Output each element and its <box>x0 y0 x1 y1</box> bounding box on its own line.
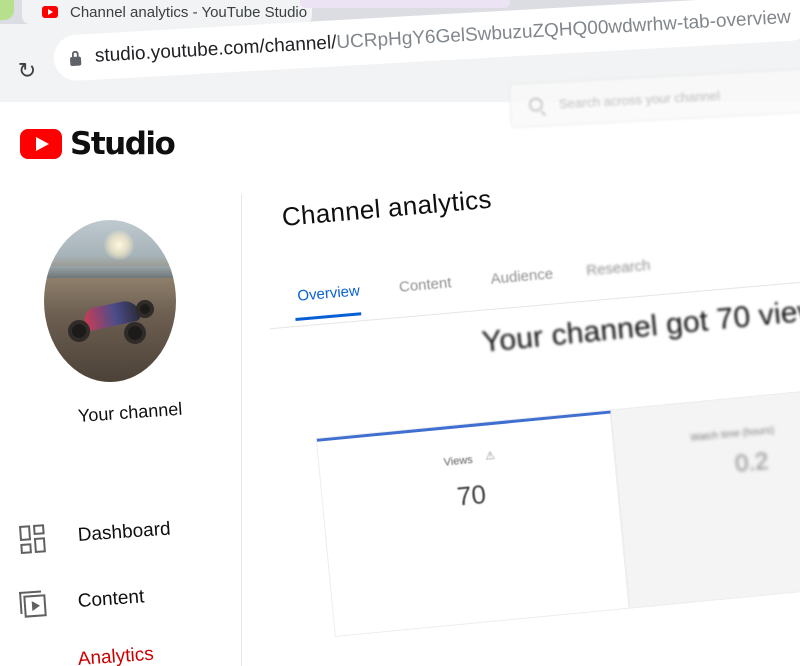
sidebar-item-content[interactable]: Content <box>19 571 241 626</box>
previous-tab-edge[interactable] <box>0 0 14 20</box>
tab-audience[interactable]: Audience <box>490 265 554 287</box>
youtube-favicon-icon <box>42 6 58 18</box>
next-tab-edge[interactable] <box>300 0 510 8</box>
reload-icon[interactable]: ↻ <box>16 60 38 82</box>
metric-label: Watch time (hours) <box>689 424 775 444</box>
youtube-logo-icon <box>20 129 62 159</box>
main-content: Channel analytics Overview Content Audie… <box>242 184 800 666</box>
avatar-car-wheel <box>68 320 90 342</box>
metric-card-accent <box>316 410 612 442</box>
metric-value: 70 <box>455 478 488 512</box>
studio-logo[interactable]: Studio <box>20 126 176 162</box>
warning-icon[interactable]: ⚠ <box>485 450 498 463</box>
tab-overview[interactable]: Overview <box>297 282 361 304</box>
sidebar-item-dashboard[interactable]: Dashboard <box>19 505 241 560</box>
your-channel-label[interactable]: Your channel <box>77 399 183 427</box>
tab-content[interactable]: Content <box>398 274 452 296</box>
sidebar-item-label: Content <box>77 586 145 612</box>
metric-label: Views <box>443 453 474 469</box>
channel-avatar[interactable] <box>44 220 176 382</box>
browser-tab-title: Channel analytics - YouTube Studio <box>70 3 308 21</box>
studio-logo-text: Studio <box>70 126 176 162</box>
analytics-icon <box>19 648 47 666</box>
url-host: studio.youtube.com/channel/ <box>94 32 338 67</box>
avatar-rc-car <box>66 298 156 346</box>
dashboard-icon <box>19 524 47 554</box>
avatar-car-wheel <box>124 322 146 344</box>
sidebar: Your channel Dashboard Content Analytics <box>0 194 242 666</box>
search-placeholder: Search across your channel <box>558 87 721 111</box>
tab-research[interactable]: Research <box>586 257 651 280</box>
active-tab-indicator <box>295 312 362 322</box>
content-icon <box>19 590 47 620</box>
metric-value: 0.2 <box>733 447 770 478</box>
metric-card-watch-time[interactable]: Watch time (hours) 0.2 <box>610 380 800 609</box>
lock-icon[interactable] <box>69 55 82 66</box>
avatar-sun <box>104 230 134 260</box>
search-icon <box>528 97 544 112</box>
avatar-car-wheel <box>136 300 154 318</box>
metric-cards: Views ⚠ 70 Watch time (hours) 0.2 <box>314 366 800 666</box>
studio-header: Studio Search across your channel <box>0 67 800 194</box>
sidebar-item-label: Dashboard <box>77 518 172 546</box>
sidebar-item-analytics[interactable]: Analytics <box>19 629 241 666</box>
metric-card-views[interactable]: Views ⚠ 70 <box>315 409 630 637</box>
avatar-sea <box>44 266 176 278</box>
sidebar-item-label: Analytics <box>77 643 155 666</box>
browser-tab-channel-analytics[interactable]: Channel analytics - YouTube Studio <box>22 0 312 24</box>
